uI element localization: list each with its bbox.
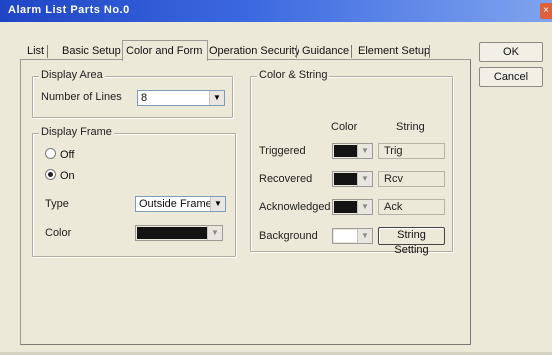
frame-off-radio[interactable]: Off — [45, 148, 74, 161]
display-frame-group: Display Frame Off On Type Outside Frame … — [32, 126, 236, 257]
acknowledged-color-swatch — [334, 201, 357, 213]
tab-element-setup[interactable]: Element Setup — [355, 43, 434, 59]
color-string-group: Color & String Color String Triggered ▼ … — [250, 69, 453, 256]
tab-panel: Display Area Number of Lines 8 ▼ Display… — [20, 59, 471, 345]
frame-color-label: Color — [45, 227, 72, 239]
chevron-down-icon[interactable]: ▼ — [357, 200, 372, 214]
frame-color-swatch — [137, 227, 207, 239]
acknowledged-string: Ack — [378, 199, 445, 215]
close-button[interactable]: × — [540, 3, 552, 19]
frame-type-select[interactable]: Outside Frame ▼ — [135, 196, 226, 212]
window-title: Alarm List Parts No.0 — [8, 4, 130, 16]
chevron-down-icon[interactable]: ▼ — [209, 91, 224, 105]
recovered-label: Recovered — [259, 173, 313, 185]
radio-on-icon[interactable] — [45, 169, 56, 180]
background-label: Background — [259, 230, 318, 242]
recovered-color-select[interactable]: ▼ — [332, 171, 373, 187]
chevron-down-icon[interactable]: ▼ — [357, 144, 372, 158]
tab-list[interactable]: List — [24, 43, 48, 59]
color-column-header: Color — [331, 121, 358, 133]
frame-type-value: Outside Frame — [139, 198, 212, 210]
tab-separator — [296, 45, 297, 58]
display-frame-title: Display Frame — [39, 126, 114, 138]
chevron-down-icon[interactable]: ▼ — [207, 226, 222, 240]
tab-color-and-form[interactable]: Color and Form — [122, 40, 208, 61]
recovered-string: Rcv — [378, 171, 445, 187]
recovered-color-swatch — [334, 173, 357, 185]
title-bar: Alarm List Parts No.0 × — [0, 0, 552, 22]
number-of-lines-label: Number of Lines — [41, 91, 122, 103]
frame-on-radio[interactable]: On — [45, 169, 75, 182]
frame-color-select[interactable]: ▼ — [135, 225, 223, 241]
tab-separator — [351, 45, 352, 58]
tab-operation-security[interactable]: Operation Security — [206, 43, 304, 59]
chevron-down-icon[interactable]: ▼ — [357, 172, 372, 186]
chevron-down-icon[interactable]: ▼ — [357, 229, 372, 243]
color-string-title: Color & String — [257, 69, 330, 81]
ok-button[interactable]: OK — [479, 42, 543, 62]
frame-on-label: On — [60, 170, 75, 182]
string-column-header: String — [396, 121, 425, 133]
string-setting-button[interactable]: String Setting — [378, 227, 445, 256]
tab-basic-setup[interactable]: Basic Setup — [59, 43, 124, 59]
acknowledged-label: Acknowledged — [259, 201, 331, 213]
tab-guidance[interactable]: Guidance — [299, 43, 353, 59]
triggered-color-swatch — [334, 145, 357, 157]
display-area-title: Display Area — [39, 69, 105, 81]
radio-off-icon[interactable] — [45, 148, 56, 159]
triggered-color-select[interactable]: ▼ — [332, 143, 373, 159]
tab-separator — [429, 45, 430, 58]
background-color-select[interactable]: ▼ — [332, 228, 373, 244]
frame-off-label: Off — [60, 149, 75, 161]
number-of-lines-value: 8 — [141, 92, 148, 104]
triggered-string: Trig — [378, 143, 445, 159]
cancel-button[interactable]: Cancel — [479, 67, 543, 87]
tab-separator — [47, 45, 48, 58]
chevron-down-icon[interactable]: ▼ — [210, 197, 225, 211]
background-color-swatch — [334, 230, 357, 242]
frame-type-label: Type — [45, 198, 69, 210]
triggered-label: Triggered — [259, 145, 306, 157]
number-of-lines-select[interactable]: 8 ▼ — [137, 90, 225, 106]
display-area-group: Display Area Number of Lines 8 ▼ — [32, 69, 233, 118]
acknowledged-color-select[interactable]: ▼ — [332, 199, 373, 215]
